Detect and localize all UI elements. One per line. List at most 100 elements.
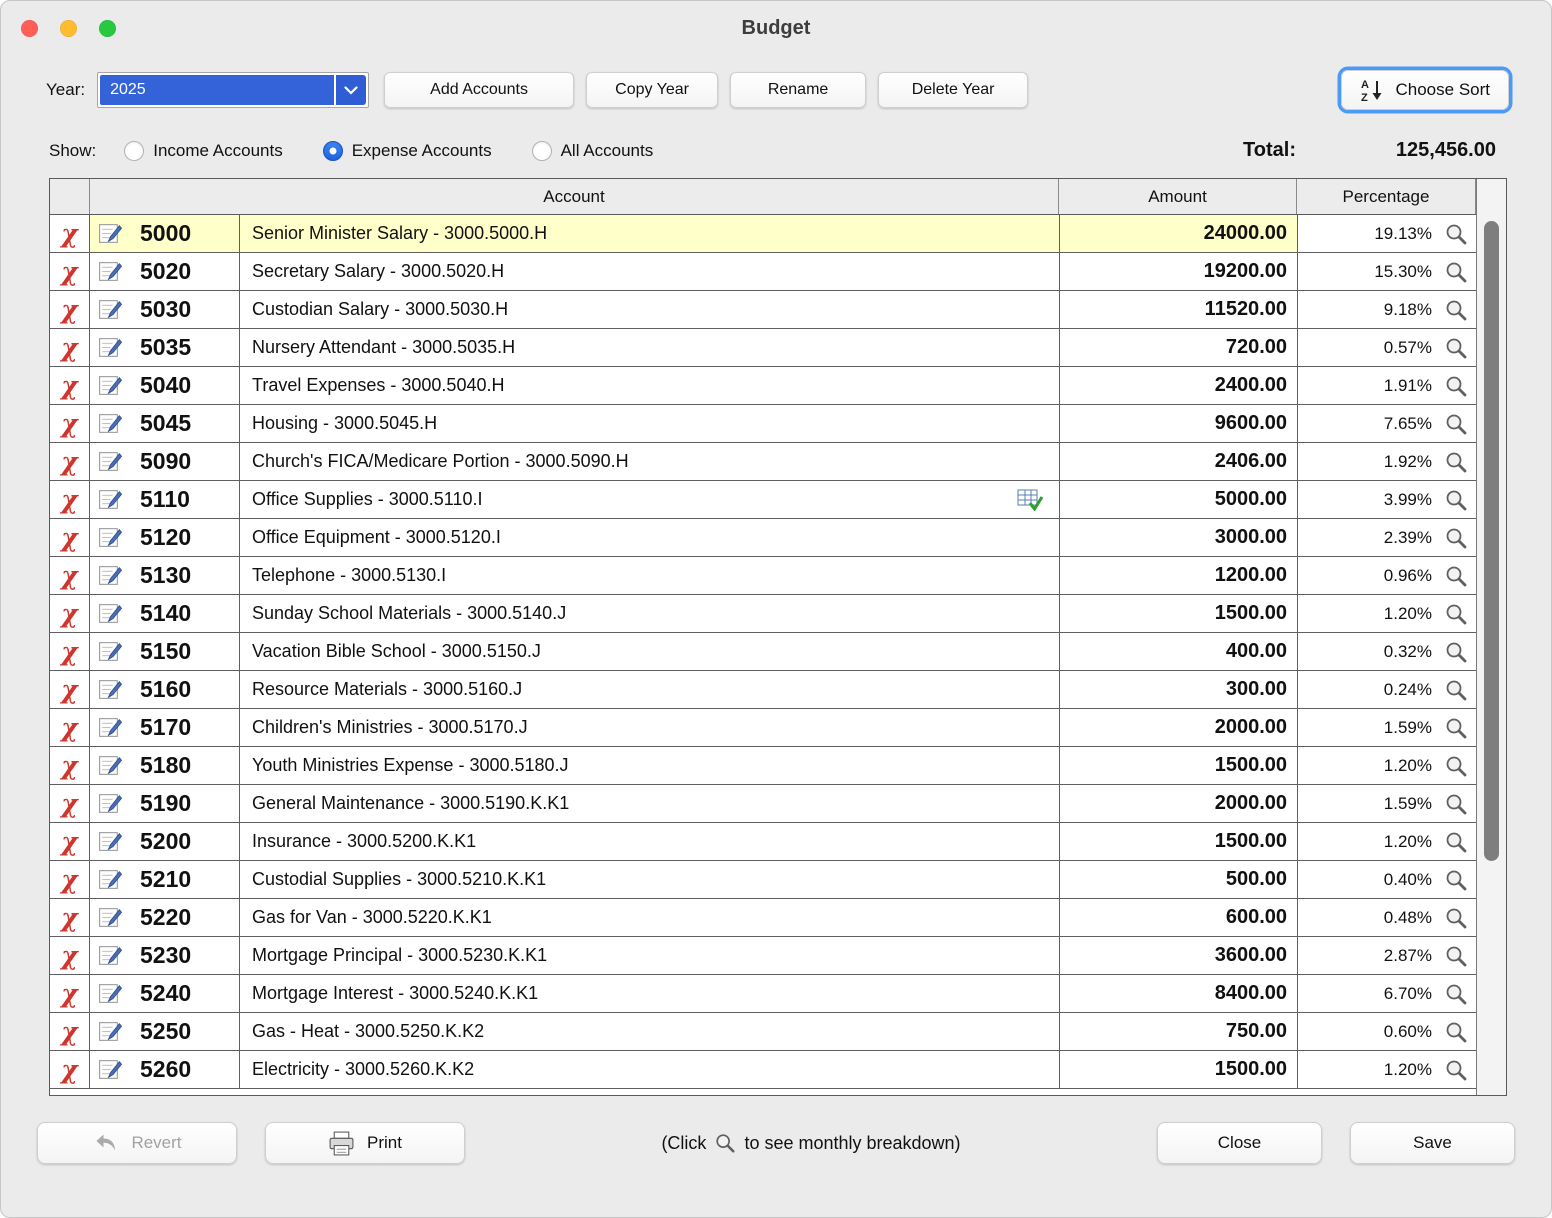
close-button[interactable]: Close (1157, 1122, 1322, 1164)
edit-icon[interactable] (97, 487, 122, 512)
magnifier-icon[interactable] (1444, 944, 1468, 968)
magnifier-icon[interactable] (1444, 792, 1468, 816)
save-button[interactable]: Save (1350, 1122, 1515, 1164)
spreadsheet-icon[interactable] (1017, 488, 1043, 511)
delete-icon[interactable]: χ (61, 601, 77, 626)
table-row[interactable]: χ 5170 Children's Ministries - 3000.5170… (50, 709, 1476, 747)
amount-cell[interactable]: 9600.00 (1059, 405, 1297, 442)
edit-icon[interactable] (97, 373, 122, 398)
table-row[interactable]: χ 5140 Sunday School Materials - 3000.51… (50, 595, 1476, 633)
edit-icon[interactable] (97, 1057, 122, 1082)
magnifier-icon[interactable] (1444, 868, 1468, 892)
magnifier-icon[interactable] (1444, 678, 1468, 702)
magnifier-icon[interactable] (1444, 450, 1468, 474)
delete-icon[interactable]: χ (61, 791, 77, 816)
amount-cell[interactable]: 1500.00 (1059, 595, 1297, 632)
table-row[interactable]: χ 5160 Resource Materials - 3000.5160.J (50, 671, 1476, 709)
table-row[interactable]: χ 5030 Custodian Salary - 3000.5030.H (50, 291, 1476, 329)
amount-cell[interactable]: 2000.00 (1059, 709, 1297, 746)
delete-icon[interactable]: χ (61, 829, 77, 854)
table-row[interactable]: χ 5250 Gas - Heat - 3000.5250.K.K2 (50, 1013, 1476, 1051)
table-row[interactable]: χ 5240 Mortgage Interest - 3000.5240.K.K… (50, 975, 1476, 1013)
edit-icon[interactable] (97, 715, 122, 740)
edit-icon[interactable] (97, 525, 122, 550)
delete-icon[interactable]: χ (61, 449, 77, 474)
edit-icon[interactable] (97, 563, 122, 588)
print-button[interactable]: Print (265, 1122, 465, 1164)
edit-icon[interactable] (97, 867, 122, 892)
table-row[interactable]: χ 5190 General Maintenance - 3000.5190.K… (50, 785, 1476, 823)
delete-icon[interactable]: χ (61, 373, 77, 398)
edit-icon[interactable] (97, 905, 122, 930)
add-accounts-button[interactable]: Add Accounts (384, 72, 574, 108)
delete-icon[interactable]: χ (61, 1057, 77, 1082)
delete-year-button[interactable]: Delete Year (878, 72, 1028, 108)
edit-icon[interactable] (97, 297, 122, 322)
magnifier-icon[interactable] (1444, 830, 1468, 854)
table-row[interactable]: χ 5020 Secretary Salary - 3000.5020.H (50, 253, 1476, 291)
amount-cell[interactable]: 1500.00 (1059, 1051, 1297, 1088)
scrollbar[interactable] (1476, 179, 1506, 1095)
magnifier-icon[interactable] (1444, 1058, 1468, 1082)
edit-icon[interactable] (97, 221, 122, 246)
magnifier-icon[interactable] (1444, 336, 1468, 360)
magnifier-icon[interactable] (1444, 640, 1468, 664)
delete-icon[interactable]: χ (61, 715, 77, 740)
revert-button[interactable]: Revert (37, 1122, 237, 1164)
table-row[interactable]: χ 5035 Nursery Attendant - 3000.5035.H (50, 329, 1476, 367)
delete-icon[interactable]: χ (61, 487, 77, 512)
amount-cell[interactable]: 750.00 (1059, 1013, 1297, 1050)
amount-cell[interactable]: 24000.00 (1059, 215, 1297, 252)
radio-all-accounts[interactable]: All Accounts (532, 141, 654, 161)
edit-icon[interactable] (97, 943, 122, 968)
amount-cell[interactable]: 300.00 (1059, 671, 1297, 708)
edit-icon[interactable] (97, 981, 122, 1006)
amount-cell[interactable]: 600.00 (1059, 899, 1297, 936)
delete-icon[interactable]: χ (61, 943, 77, 968)
table-row[interactable]: χ 5045 Housing - 3000.5045.H (50, 405, 1476, 443)
amount-cell[interactable]: 2400.00 (1059, 367, 1297, 404)
delete-icon[interactable]: χ (61, 563, 77, 588)
delete-icon[interactable]: χ (61, 677, 77, 702)
choose-sort-button[interactable]: A Z Choose Sort (1341, 70, 1510, 110)
magnifier-icon[interactable] (1444, 602, 1468, 626)
edit-icon[interactable] (97, 1019, 122, 1044)
edit-icon[interactable] (97, 791, 122, 816)
edit-icon[interactable] (97, 829, 122, 854)
delete-icon[interactable]: χ (61, 335, 77, 360)
year-select[interactable]: 2025 (97, 72, 369, 108)
delete-icon[interactable]: χ (61, 221, 77, 246)
magnifier-icon[interactable] (1444, 374, 1468, 398)
table-row[interactable]: χ 5150 Vacation Bible School - 3000.5150… (50, 633, 1476, 671)
delete-icon[interactable]: χ (61, 867, 77, 892)
amount-cell[interactable]: 8400.00 (1059, 975, 1297, 1012)
amount-cell[interactable]: 1500.00 (1059, 747, 1297, 784)
magnifier-icon[interactable] (1444, 488, 1468, 512)
table-row[interactable]: χ 5120 Office Equipment - 3000.5120.I (50, 519, 1476, 557)
edit-icon[interactable] (97, 639, 122, 664)
delete-icon[interactable]: χ (61, 297, 77, 322)
delete-icon[interactable]: χ (61, 905, 77, 930)
table-row[interactable]: χ 5180 Youth Ministries Expense - 3000.5… (50, 747, 1476, 785)
edit-icon[interactable] (97, 335, 122, 360)
edit-icon[interactable] (97, 677, 122, 702)
magnifier-icon[interactable] (1444, 754, 1468, 778)
magnifier-icon[interactable] (1444, 526, 1468, 550)
delete-icon[interactable]: χ (61, 525, 77, 550)
magnifier-icon[interactable] (1444, 906, 1468, 930)
edit-icon[interactable] (97, 753, 122, 778)
magnifier-icon[interactable] (1444, 298, 1468, 322)
table-row[interactable]: χ 5040 Travel Expenses - 3000.5040.H (50, 367, 1476, 405)
magnifier-icon[interactable] (1444, 222, 1468, 246)
amount-cell[interactable]: 2000.00 (1059, 785, 1297, 822)
delete-icon[interactable]: χ (61, 639, 77, 664)
amount-cell[interactable]: 19200.00 (1059, 253, 1297, 290)
magnifier-icon[interactable] (1444, 1020, 1468, 1044)
delete-icon[interactable]: χ (61, 1019, 77, 1044)
delete-icon[interactable]: χ (61, 259, 77, 284)
table-row[interactable]: χ 5130 Telephone - 3000.5130.I (50, 557, 1476, 595)
edit-icon[interactable] (97, 601, 122, 626)
magnifier-icon[interactable] (1444, 260, 1468, 284)
table-row[interactable]: χ 5260 Electricity - 3000.5260.K.K2 (50, 1051, 1476, 1089)
amount-cell[interactable]: 3000.00 (1059, 519, 1297, 556)
